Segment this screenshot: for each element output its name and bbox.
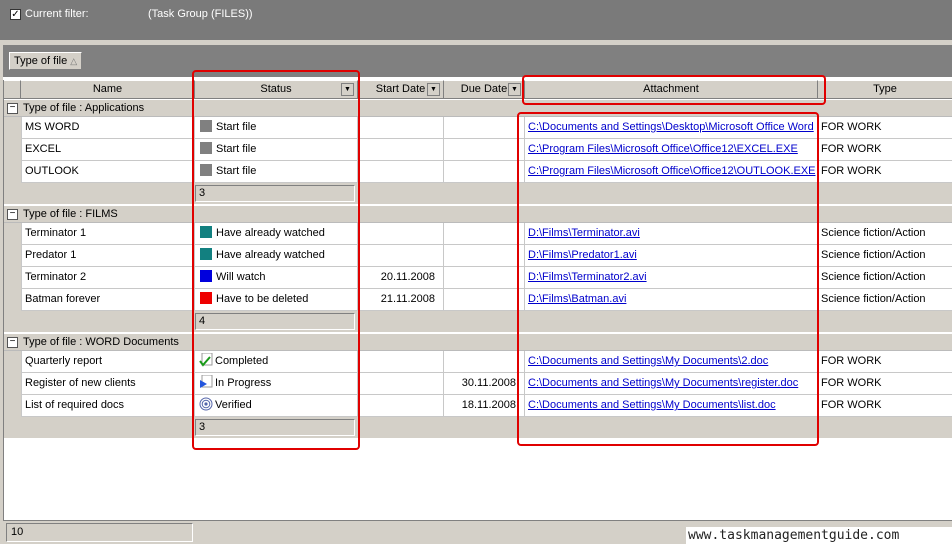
start-text: 21.11.2008 <box>380 293 435 305</box>
highlight-attachment-cells <box>517 112 819 446</box>
filter-label: Current filter: <box>25 8 89 20</box>
cell-due[interactable] <box>444 245 525 267</box>
cell-type[interactable]: FOR WORK <box>818 117 952 139</box>
type-text: FOR WORK <box>821 377 882 389</box>
cell-name[interactable]: List of required docs <box>21 395 195 417</box>
start-text: 20.11.2008 <box>380 271 435 283</box>
cell-start[interactable] <box>358 161 444 183</box>
task-grid: Name Status ▼ Start Date ▼ Due Date ▼ Attac… <box>3 70 952 520</box>
cell-name[interactable]: Terminator 1 <box>21 223 195 245</box>
name-text: Terminator 1 <box>25 227 87 239</box>
watermark-text: www.taskmanagementguide.com <box>686 527 952 544</box>
due-text: 30.11.2008 <box>461 377 516 389</box>
collapse-icon[interactable]: − <box>7 337 18 348</box>
filter-bar: ✓ Current filter: (Task Group (FILES)) <box>0 0 952 40</box>
cell-type[interactable]: Science fiction/Action <box>818 223 952 245</box>
name-text: Quarterly report <box>25 355 103 367</box>
group-indent <box>4 223 21 332</box>
type-text: Science fiction/Action <box>821 271 926 283</box>
highlight-attachment-header <box>522 75 826 105</box>
name-text: EXCEL <box>25 143 62 155</box>
name-text: MS WORD <box>25 121 80 133</box>
group-by-chip-label: Type of file <box>14 55 68 67</box>
cell-due[interactable] <box>444 267 525 289</box>
cell-due[interactable] <box>444 223 525 245</box>
cell-start[interactable] <box>358 117 444 139</box>
column-header-start-date[interactable]: Start Date ▼ <box>358 80 444 99</box>
name-text: Terminator 2 <box>25 271 87 283</box>
column-header-type-label: Type <box>873 83 897 95</box>
name-text: Register of new clients <box>25 377 136 389</box>
type-text: Science fiction/Action <box>821 249 926 261</box>
cell-type[interactable]: Science fiction/Action <box>818 245 952 267</box>
start-date-filter-dropdown-icon[interactable]: ▼ <box>427 83 440 96</box>
due-date-filter-dropdown-icon[interactable]: ▼ <box>508 83 521 96</box>
cell-type[interactable]: FOR WORK <box>818 373 952 395</box>
column-header-type[interactable]: Type <box>818 80 952 99</box>
type-text: FOR WORK <box>821 355 882 367</box>
type-text: FOR WORK <box>821 165 882 177</box>
group-by-chip-type-of-file[interactable]: Type of file △ <box>9 52 83 70</box>
cell-type[interactable]: Science fiction/Action <box>818 267 952 289</box>
cell-type[interactable]: Science fiction/Action <box>818 289 952 311</box>
cell-type[interactable]: FOR WORK <box>818 351 952 373</box>
group-indent <box>4 117 21 204</box>
cell-name[interactable]: OUTLOOK <box>21 161 195 183</box>
cell-due[interactable] <box>444 161 525 183</box>
cell-type[interactable]: FOR WORK <box>818 161 952 183</box>
type-text: FOR WORK <box>821 399 882 411</box>
name-text: Batman forever <box>25 293 101 305</box>
cell-start[interactable] <box>358 223 444 245</box>
type-text: Science fiction/Action <box>821 227 926 239</box>
cell-due[interactable] <box>444 117 525 139</box>
group-title: Type of file : FILMS <box>23 208 118 220</box>
group-title: Type of file : WORD Documents <box>23 336 179 348</box>
sort-ascending-icon: △ <box>70 56 78 66</box>
cell-name[interactable]: Predator 1 <box>21 245 195 267</box>
cell-name[interactable]: Quarterly report <box>21 351 195 373</box>
highlight-status-column <box>192 70 360 450</box>
cell-due[interactable] <box>444 289 525 311</box>
cell-due[interactable]: 30.11.2008 <box>444 373 525 395</box>
cell-due[interactable] <box>444 139 525 161</box>
cell-due[interactable] <box>444 351 525 373</box>
cell-type[interactable]: FOR WORK <box>818 395 952 417</box>
cell-start[interactable]: 21.11.2008 <box>358 289 444 311</box>
column-header-name[interactable]: Name <box>21 80 195 99</box>
group-by-panel: Type of file △ <box>3 45 952 77</box>
cell-start[interactable] <box>358 373 444 395</box>
name-text: Predator 1 <box>25 249 77 261</box>
cell-name[interactable]: EXCEL <box>21 139 195 161</box>
cell-name[interactable]: Batman forever <box>21 289 195 311</box>
cell-name[interactable]: Terminator 2 <box>21 267 195 289</box>
name-text: List of required docs <box>25 399 125 411</box>
record-count: 10 <box>6 523 193 542</box>
due-text: 18.11.2008 <box>461 399 516 411</box>
filter-value[interactable]: (Task Group (FILES)) <box>148 8 253 20</box>
group-title: Type of file : Applications <box>23 102 145 114</box>
collapse-icon[interactable]: − <box>7 103 18 114</box>
cell-name[interactable]: Register of new clients <box>21 373 195 395</box>
type-text: Science fiction/Action <box>821 293 926 305</box>
cell-start[interactable] <box>358 139 444 161</box>
cell-start[interactable] <box>358 351 444 373</box>
column-header-due-date[interactable]: Due Date ▼ <box>444 80 525 99</box>
cell-name[interactable]: MS WORD <box>21 117 195 139</box>
cell-start[interactable] <box>358 245 444 267</box>
cell-due[interactable]: 18.11.2008 <box>444 395 525 417</box>
filter-checkbox[interactable]: ✓ <box>10 9 21 20</box>
collapse-icon[interactable]: − <box>7 209 18 220</box>
header-indent <box>4 80 21 99</box>
column-header-start-date-label: Start Date <box>375 83 426 95</box>
cell-start[interactable]: 20.11.2008 <box>358 267 444 289</box>
cell-type[interactable]: FOR WORK <box>818 139 952 161</box>
column-header-name-label: Name <box>92 83 123 95</box>
type-text: FOR WORK <box>821 121 882 133</box>
cell-start[interactable] <box>358 395 444 417</box>
column-header-due-date-label: Due Date <box>460 83 508 95</box>
group-indent <box>4 351 21 438</box>
name-text: OUTLOOK <box>25 165 79 177</box>
type-text: FOR WORK <box>821 143 882 155</box>
